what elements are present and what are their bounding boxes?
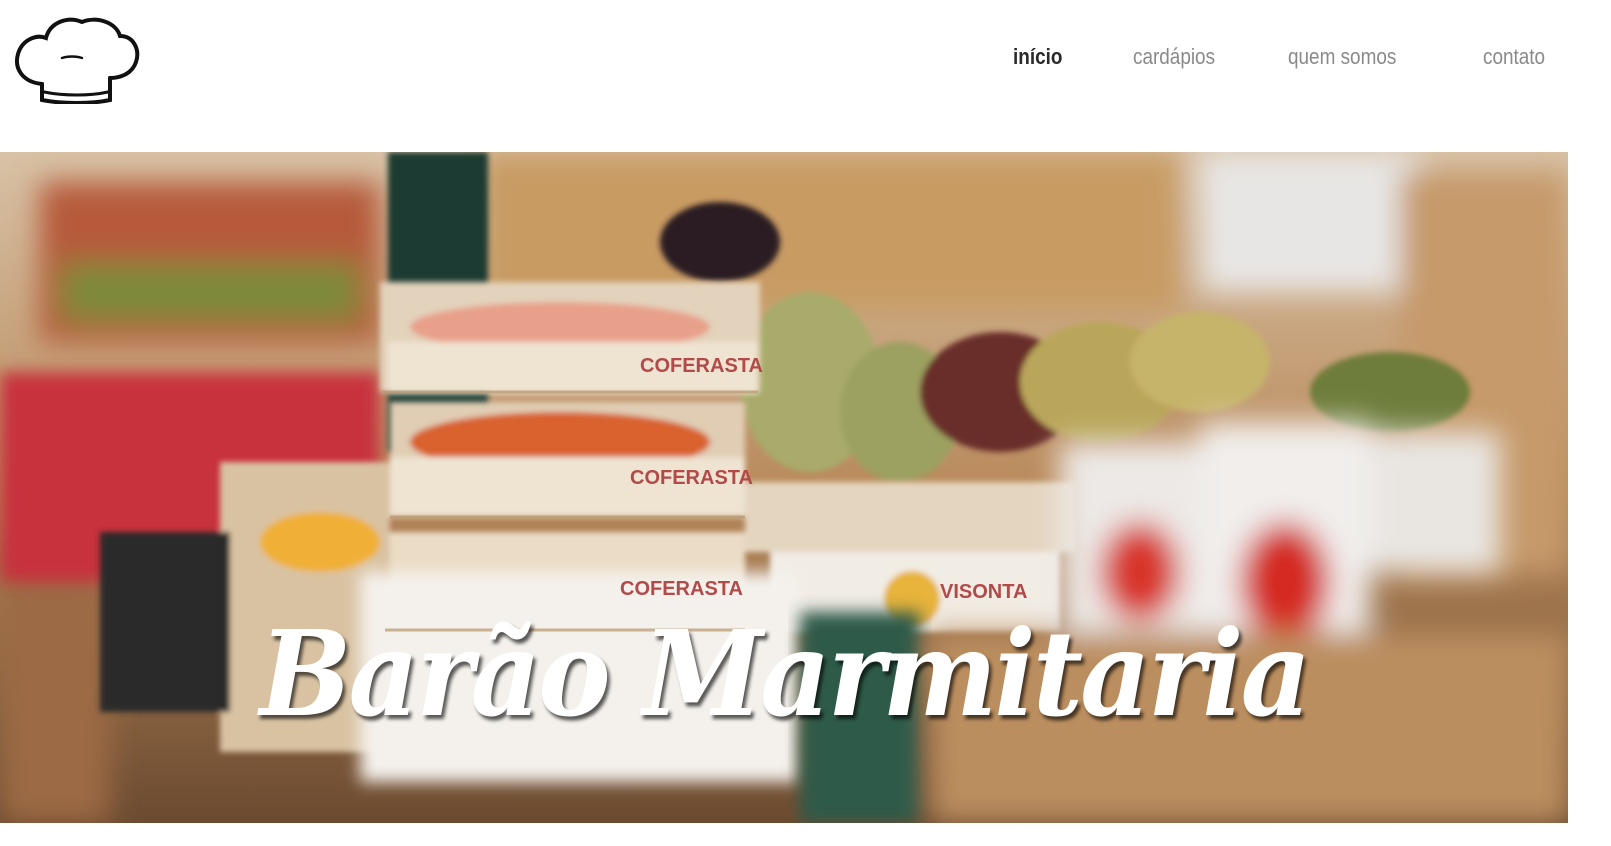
crate-label-1: COFERASTA bbox=[640, 355, 763, 377]
site-header: início cardápios quem somos contato bbox=[0, 0, 1611, 152]
hero-banner: COFERASTA COFERASTA COFERASTA VISONTA Ba… bbox=[0, 152, 1568, 823]
nav-item-quem-somos[interactable]: quem somos bbox=[1288, 44, 1396, 70]
hero-title: Barão Marmitaria bbox=[259, 604, 1312, 743]
crate-label-2: COFERASTA bbox=[630, 467, 753, 489]
nav-item-contato[interactable]: contato bbox=[1483, 44, 1545, 70]
page-gutter bbox=[1568, 152, 1611, 823]
crate-label-4: VISONTA bbox=[940, 581, 1027, 603]
nav-item-cardapios[interactable]: cardápios bbox=[1133, 44, 1215, 70]
crate-label-3: COFERASTA bbox=[620, 578, 743, 600]
chef-hat-icon[interactable] bbox=[12, 12, 140, 104]
nav-item-inicio[interactable]: início bbox=[1013, 44, 1062, 70]
